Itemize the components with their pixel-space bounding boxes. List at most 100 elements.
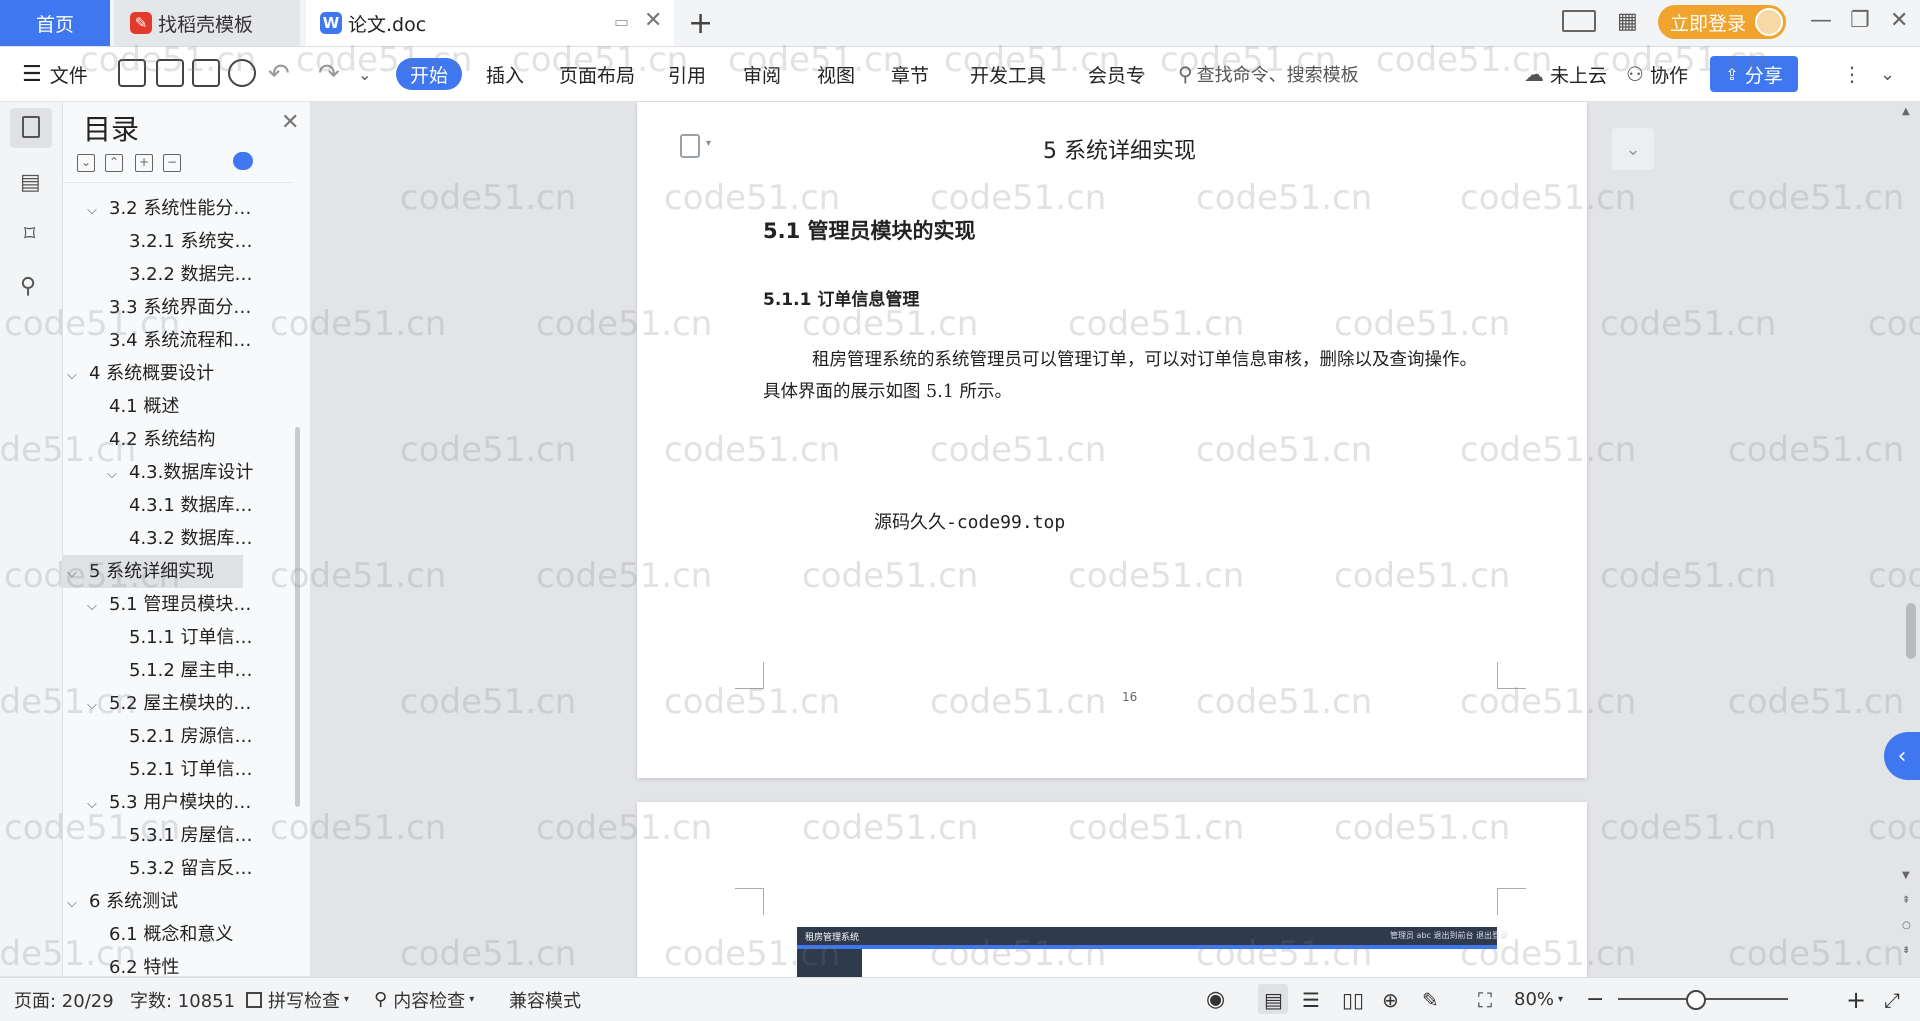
document-scrollbar[interactable]	[1900, 106, 1920, 976]
eye-protection-icon[interactable]: ◉	[1206, 978, 1225, 1021]
toc-icon[interactable]	[22, 116, 40, 138]
find-icon[interactable]: ⚲	[20, 274, 44, 299]
bookmark-icon[interactable]: ⌑	[24, 222, 48, 247]
chevron-down-icon[interactable]: ⌵	[67, 359, 89, 392]
more-options-icon[interactable]: ⋮	[1842, 47, 1862, 101]
export-pdf-icon[interactable]	[156, 59, 184, 87]
document-scroll-thumb[interactable]	[1906, 603, 1916, 659]
zoom-in-icon[interactable]: +	[1846, 978, 1866, 1021]
cloud-status[interactable]: ☁ 未上云	[1524, 47, 1607, 101]
toc-item[interactable]: 5.1.2 屋主申…	[107, 654, 253, 687]
remove-heading-icon[interactable]: −	[163, 154, 181, 172]
print-icon[interactable]	[192, 59, 220, 87]
spellcheck-button[interactable]: 拼写检查 ▾	[246, 978, 349, 1021]
chevron-down-icon[interactable]: ⌵	[87, 590, 109, 623]
scroll-down-icon[interactable]: ▼	[1902, 870, 1910, 881]
tab-insert[interactable]: 插入	[486, 47, 524, 101]
close-window-icon[interactable]: ✕	[1890, 8, 1908, 33]
dropdown-caret-icon[interactable]: ▾	[706, 138, 711, 149]
tab-view[interactable]: 视图	[817, 47, 855, 101]
toc-item[interactable]: 5.1.1 订单信…	[107, 621, 253, 654]
undo-icon[interactable]: ↶	[268, 47, 290, 101]
toc-item[interactable]: 6.2 特性	[87, 951, 179, 976]
monitor-icon[interactable]: ▭	[614, 12, 629, 31]
fit-page-icon[interactable]: ⛶	[1478, 978, 1492, 1021]
toc-item[interactable]: 3.4 系统流程和…	[87, 324, 251, 357]
zoom-level[interactable]: 80% ▾	[1514, 978, 1563, 1021]
more-quick-actions-icon[interactable]: ⌄	[358, 47, 371, 101]
tab-template[interactable]: ✎ 找稻壳模板	[114, 0, 300, 46]
add-heading-icon[interactable]: +	[135, 154, 153, 172]
chevron-down-icon[interactable]: ⌵	[87, 788, 109, 821]
word-count[interactable]: 字数: 10851	[130, 978, 235, 1021]
redo-icon[interactable]: ↷	[318, 47, 340, 101]
save-icon[interactable]	[118, 59, 146, 87]
toc-item[interactable]: 4.1 概述	[87, 390, 179, 423]
toc-item[interactable]: ⌵ 5 系统详细实现	[63, 555, 243, 588]
close-tab-icon[interactable]: ✕	[644, 8, 662, 33]
toc-item[interactable]: 3.2.2 数据完…	[107, 258, 253, 291]
zoom-out-icon[interactable]: −	[1586, 978, 1604, 1021]
tab-review[interactable]: 审阅	[743, 47, 781, 101]
zoom-slider-knob[interactable]	[1686, 990, 1706, 1010]
toc-item[interactable]: 4.2 系统结构	[87, 423, 215, 456]
apps-grid-icon[interactable]: ▦	[1617, 9, 1638, 34]
toc-item[interactable]: ⌵ 5.1 管理员模块…	[87, 588, 251, 621]
page-view-icon[interactable]: ▤	[1264, 978, 1283, 1021]
document-page[interactable]	[637, 102, 1587, 778]
file-menu[interactable]: ☰ 文件	[22, 47, 88, 101]
page-indicator[interactable]: 页面: 20/29	[14, 978, 114, 1021]
collapse-all-icon[interactable]: ⌃	[105, 154, 123, 172]
toc-item[interactable]: 4.3.1 数据库…	[107, 489, 253, 522]
share-button[interactable]: ⇪ 分享	[1710, 56, 1798, 92]
chevron-down-icon[interactable]: ⌵	[67, 887, 89, 920]
reading-mode-icon[interactable]	[1562, 10, 1596, 32]
toc-item[interactable]: 5.2.1 订单信…	[107, 753, 253, 786]
toc-item[interactable]: ⌵ 3.2 系统性能分…	[87, 192, 251, 225]
tab-page-layout[interactable]: 页面布局	[559, 47, 635, 101]
write-view-icon[interactable]: ✎	[1422, 978, 1439, 1021]
document-icon[interactable]	[680, 134, 700, 158]
chevron-down-icon[interactable]: ⌵	[67, 557, 89, 590]
collapse-ribbon-icon[interactable]: ⌄	[1880, 47, 1895, 101]
print-preview-icon[interactable]	[228, 59, 256, 87]
tab-home[interactable]: 首页	[0, 0, 110, 46]
minimize-icon[interactable]: —	[1810, 8, 1832, 33]
select-browse-object-icon[interactable]: ○	[1902, 920, 1911, 931]
toc-item[interactable]: 5.2.1 房源信…	[107, 720, 253, 753]
outline-view-icon[interactable]: ☰	[1302, 978, 1320, 1021]
toc-item[interactable]: 3.2.1 系统安…	[107, 225, 253, 258]
new-tab-button[interactable]: +	[688, 6, 713, 41]
chapter-nav-icon[interactable]: ▤	[20, 170, 44, 195]
toc-item[interactable]: ⌵ 5.3 用户模块的…	[87, 786, 251, 819]
tab-document[interactable]: W 论文.doc ▭ ✕	[306, 0, 674, 46]
chevron-down-icon[interactable]: ⌵	[87, 194, 109, 227]
tab-chapter[interactable]: 章节	[891, 47, 929, 101]
tab-developer[interactable]: 开发工具	[970, 47, 1046, 101]
expand-all-icon[interactable]: ⌄	[77, 154, 95, 172]
content-check-button[interactable]: ⚲ 内容检查 ▾	[374, 978, 474, 1021]
toc-item[interactable]: 6.1 概念和意义	[87, 918, 233, 951]
toc-item[interactable]: 3.3 系统界面分…	[87, 291, 251, 324]
toc-item[interactable]: ⌵ 5.2 屋主模块的…	[87, 687, 251, 720]
toc-item[interactable]: ⌵ 4 系统概要设计	[67, 357, 214, 390]
close-toc-icon[interactable]: ✕	[281, 110, 299, 135]
login-button[interactable]: 立即登录	[1658, 5, 1786, 39]
toc-item[interactable]: ⌵ 4.3.数据库设计	[107, 456, 253, 489]
toc-item[interactable]: 5.3.1 房屋信…	[107, 819, 253, 852]
collapse-header-button[interactable]: ⌄	[1612, 128, 1654, 170]
restore-icon[interactable]: ❐	[1850, 8, 1870, 33]
smart-toc-icon[interactable]	[233, 152, 253, 170]
toc-item[interactable]: ⌵ 6 系统测试	[67, 885, 178, 918]
next-page-icon[interactable]: ⇟	[1902, 945, 1910, 956]
prev-page-icon[interactable]: ⇞	[1902, 895, 1910, 906]
toc-item[interactable]: 4.3.2 数据库…	[107, 522, 253, 555]
scroll-up-icon[interactable]: ▲	[1902, 106, 1910, 117]
command-search[interactable]: ⚲ 查找命令、搜索模板	[1178, 47, 1359, 101]
tab-references[interactable]: 引用	[668, 47, 706, 101]
toc-item[interactable]: 5.3.2 留言反…	[107, 852, 253, 885]
toc-scrollbar[interactable]	[295, 427, 300, 807]
chevron-down-icon[interactable]: ⌵	[107, 458, 129, 491]
more-tabs-icon[interactable]: ›	[1140, 47, 1146, 101]
web-view-icon[interactable]: ⊕	[1382, 978, 1399, 1021]
